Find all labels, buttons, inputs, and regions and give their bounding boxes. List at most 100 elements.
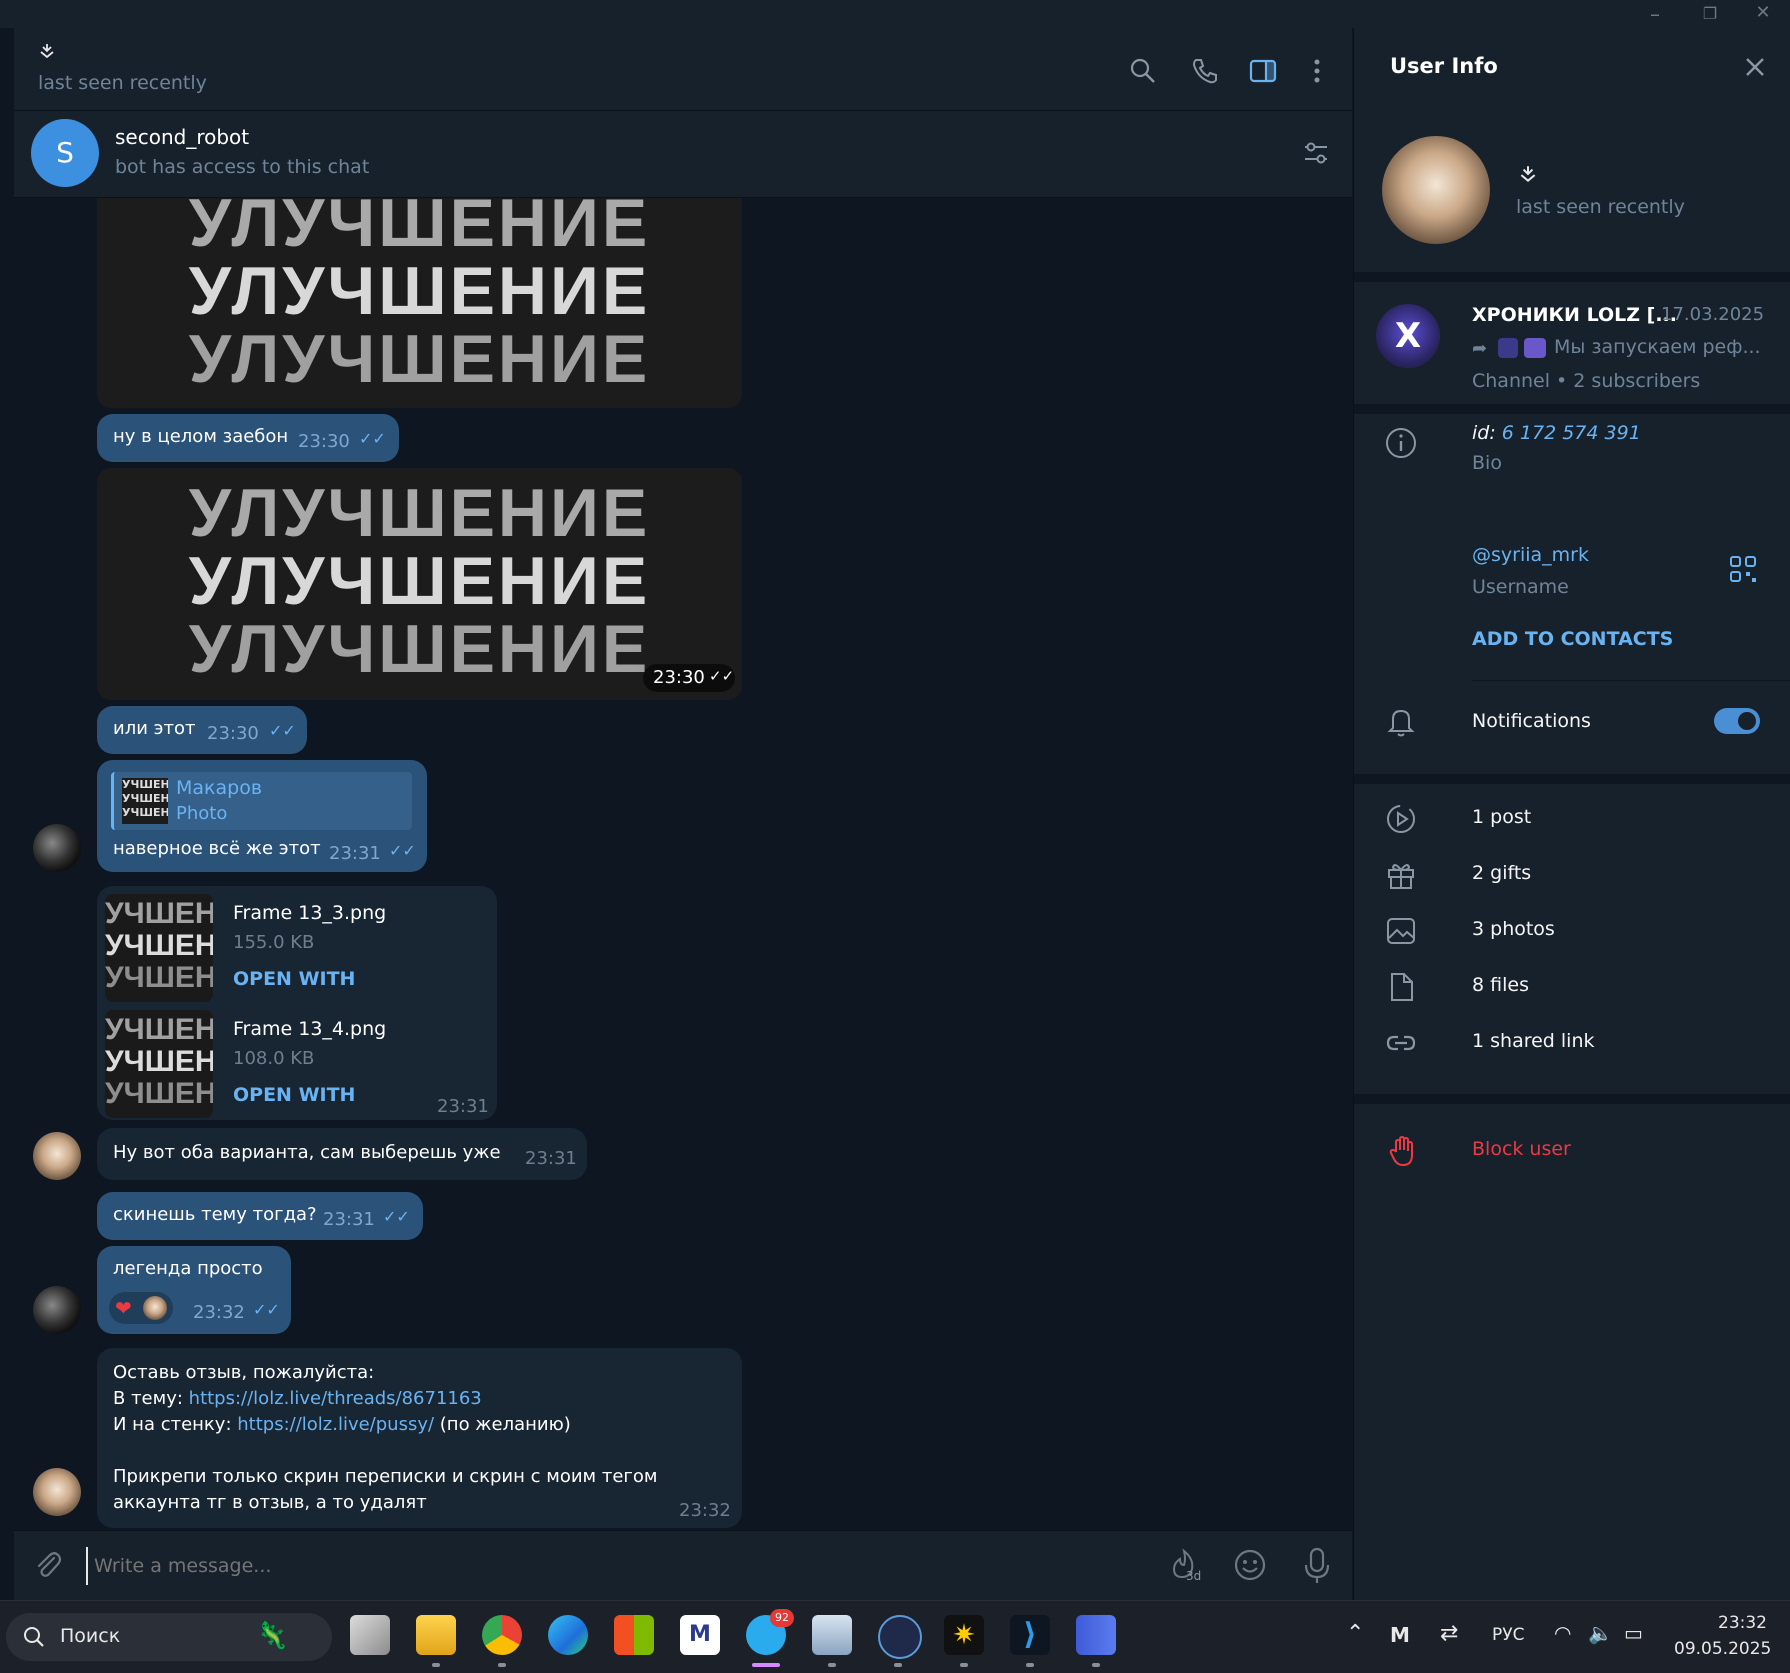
outgoing-message[interactable]: ну в целом заебон 23:30 ✓✓ — [97, 414, 399, 462]
wifi-icon[interactable]: ◠ — [1554, 1621, 1571, 1645]
edge-icon[interactable] — [548, 1615, 588, 1655]
store-icon[interactable] — [614, 1615, 654, 1655]
photo-text: УЛУЧШЕНИЕ — [188, 198, 651, 261]
chat-status-text: last seen recently — [38, 72, 207, 94]
message-time: 23:32 — [679, 1500, 731, 1521]
photo-text: УЛУЧШЕНИЕ — [188, 543, 651, 619]
notifications-toggle[interactable] — [1714, 708, 1760, 734]
clock-time[interactable]: 23:32 — [1718, 1613, 1767, 1633]
sidebar-toggle-icon[interactable] — [1248, 56, 1278, 86]
outgoing-message[interactable]: скинешь тему тогда? 23:31 ✓✓ — [97, 1192, 423, 1240]
close-icon[interactable] — [1740, 52, 1770, 82]
qr-code-icon[interactable] — [1728, 554, 1758, 584]
sender-avatar[interactable] — [33, 1132, 81, 1180]
more-options-icon[interactable] — [1302, 56, 1332, 86]
heart-icon: ❤ — [115, 1296, 132, 1320]
username-link[interactable]: @syriia_mrk — [1472, 544, 1589, 566]
clock-date[interactable]: 09.05.2025 — [1674, 1639, 1771, 1659]
photo-text: УЛУЧШЕНИЕ — [188, 253, 651, 329]
search-icon[interactable] — [1128, 56, 1158, 86]
profile-avatar[interactable] — [1382, 136, 1490, 244]
volume-icon[interactable]: 🔈 — [1588, 1621, 1613, 1645]
people-icon — [1524, 338, 1546, 358]
divider — [1354, 404, 1790, 414]
telegram-icon[interactable]: 92 — [746, 1609, 794, 1655]
photo-message[interactable]: УЛУЧШЕНИЕ УЛУЧШЕНИЕ УЛУЧШЕНИЕ 23:30 ✓✓ — [97, 468, 742, 700]
personal-channel[interactable]: X ХРОНИКИ LOLZ [... 17.03.2025 ➦ Мы запу… — [1354, 282, 1790, 404]
file-thumbnail[interactable]: УЧШЕН УЧШЕН УЧШЕН — [105, 894, 213, 1002]
vscode-icon[interactable]: ⟩ — [1010, 1615, 1050, 1655]
sender-avatar[interactable] — [33, 824, 81, 872]
bot-settings-icon[interactable] — [1302, 139, 1330, 167]
self-destruct-timer-icon[interactable]: 3d — [1164, 1545, 1204, 1585]
incoming-message[interactable]: Оставь отзыв, пожалуйста: В тему: https:… — [97, 1348, 742, 1528]
stat-files[interactable]: 8 files — [1472, 974, 1529, 996]
message-time: 23:30 — [207, 723, 259, 744]
starburst-app-icon[interactable]: ✷ — [944, 1615, 984, 1655]
stat-posts[interactable]: 1 post — [1472, 806, 1531, 828]
close-window-button[interactable]: ✕ — [1748, 2, 1778, 23]
language-indicator[interactable]: РУС — [1492, 1625, 1524, 1645]
chameleon-icon: 🦎 — [256, 1621, 289, 1651]
user-id[interactable]: id: 6 172 574 391 — [1472, 422, 1641, 444]
reaction-chip[interactable]: ❤ — [109, 1292, 173, 1324]
message-text: легенда просто — [113, 1258, 263, 1279]
outgoing-message[interactable]: легенда просто ❤ 23:32 ✓✓ — [97, 1246, 291, 1334]
message-text: наверное всё же этот — [113, 838, 321, 859]
attach-icon[interactable] — [32, 1549, 64, 1581]
message-text: или этот — [113, 718, 196, 739]
emoji-icon[interactable] — [1232, 1547, 1268, 1583]
bot-access-bar[interactable]: S second_robot bot has access to this ch… — [14, 111, 1352, 198]
message-input[interactable] — [86, 1547, 856, 1585]
notifications-label: Notifications — [1472, 710, 1591, 732]
photo-message[interactable]: УЛУЧШЕНИЕ УЛУЧШЕНИЕ УЛУЧШЕНИЕ — [97, 198, 742, 408]
charts-app-icon[interactable] — [1076, 1615, 1116, 1655]
message-list[interactable]: УЛУЧШЕНИЕ УЛУЧШЕНИЕ УЛУЧШЕНИЕ ну в целом… — [14, 198, 1352, 1530]
task-view-icon[interactable] — [350, 1615, 390, 1655]
stat-shared-links[interactable]: 1 shared link — [1472, 1030, 1595, 1052]
phone-icon[interactable] — [1190, 56, 1220, 86]
forward-icon: ➦ — [1472, 338, 1488, 359]
incoming-message[interactable]: Ну вот оба варианта, сам выберешь уже 23… — [97, 1128, 587, 1180]
taskbar-search[interactable]: Поиск 🦎 — [6, 1613, 332, 1661]
outgoing-message[interactable]: УЧШЕН УЧШЕН УЧШЕН Макаров Photo наверное в… — [97, 760, 427, 872]
thread-link[interactable]: https://lolz.live/threads/8671163 — [189, 1388, 482, 1409]
running-indicator — [1026, 1663, 1034, 1667]
restore-button[interactable]: ❐ — [1695, 4, 1725, 23]
file-explorer-icon[interactable] — [416, 1615, 456, 1655]
file-thumbnail[interactable]: УЧШЕН УЧШЕН УЧШЕН — [105, 1010, 213, 1118]
outgoing-message[interactable]: или этот 23:30 ✓✓ — [97, 706, 307, 754]
minimize-button[interactable]: – — [1640, 2, 1670, 26]
username-label: Username — [1472, 576, 1569, 598]
mail-app-icon[interactable]: M — [680, 1615, 720, 1655]
running-indicator — [828, 1663, 836, 1667]
open-with-button[interactable]: OPEN WITH — [233, 1084, 355, 1106]
battery-icon[interactable]: ▭ — [1624, 1621, 1643, 1645]
user-status-icon — [1518, 164, 1538, 184]
read-check-icon: ✓✓ — [359, 429, 386, 448]
network-switch-icon[interactable]: ⇄ — [1440, 1621, 1458, 1646]
channel-avatar: X — [1376, 304, 1440, 368]
wall-link[interactable]: https://lolz.live/pussy/ — [237, 1414, 434, 1435]
open-with-button[interactable]: OPEN WITH — [233, 968, 355, 990]
stat-photos[interactable]: 3 photos — [1472, 918, 1555, 940]
incoming-files-message[interactable]: УЧШЕН УЧШЕН УЧШЕН Frame 13_3.png 155.0 KB … — [97, 886, 497, 1120]
vpn-icon[interactable] — [878, 1615, 922, 1659]
block-user-button[interactable]: Block user — [1472, 1138, 1571, 1160]
message-time: 23:32 — [193, 1302, 245, 1323]
sender-avatar[interactable] — [33, 1286, 81, 1334]
add-to-contacts-button[interactable]: ADD TO CONTACTS — [1472, 628, 1673, 650]
reply-preview[interactable]: УЧШЕН УЧШЕН УЧШЕН Макаров Photo — [111, 772, 412, 830]
mail-tray-icon[interactable]: M — [1390, 1623, 1410, 1647]
stat-gifts[interactable]: 2 gifts — [1472, 862, 1531, 884]
chevron-up-icon[interactable]: ⌃ — [1346, 1621, 1364, 1646]
calculator-icon[interactable] — [812, 1615, 852, 1655]
read-check-icon: ✓✓ — [269, 721, 296, 740]
sender-avatar[interactable] — [33, 1468, 81, 1516]
timer-label: 3d — [1186, 1569, 1202, 1583]
message-time: 23:31 — [329, 843, 381, 864]
microphone-icon[interactable] — [1300, 1545, 1334, 1585]
profile-status: last seen recently — [1516, 196, 1685, 218]
channel-date: 17.03.2025 — [1661, 304, 1765, 325]
chrome-icon[interactable] — [482, 1615, 522, 1655]
